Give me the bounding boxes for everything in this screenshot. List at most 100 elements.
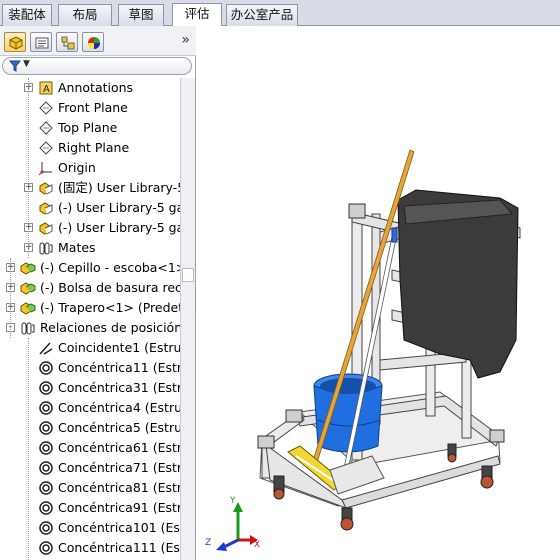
annotations-icon: A xyxy=(38,80,54,96)
tree-node-label: (固定) User Library-5 xyxy=(58,180,180,195)
scrollbar-thumb[interactable] xyxy=(182,268,194,282)
tree-node[interactable]: Concéntrica5 (Estruc xyxy=(0,418,180,438)
triad-y-label: Y xyxy=(230,496,236,506)
concentric-icon xyxy=(38,360,54,376)
tree-node-label: (-) Trapero<1> (Predete xyxy=(40,300,180,315)
tree-node[interactable]: Concéntrica81 (Estru xyxy=(0,478,180,498)
tree-node[interactable]: Right Plane xyxy=(0,138,180,158)
tree-scrollbar[interactable] xyxy=(180,78,195,560)
tree-node-label: Concéntrica101 (Estr xyxy=(58,520,180,535)
tree-node[interactable]: + Mates xyxy=(0,238,180,258)
tree-node-label: Concéntrica4 (Estruc xyxy=(58,400,180,415)
tree-node-label: Concéntrica31 (Estru xyxy=(58,380,180,395)
coincident-icon xyxy=(38,340,54,356)
svg-text:A: A xyxy=(43,84,50,95)
tab-evaluate[interactable]: 评估 xyxy=(172,3,222,27)
tree-node-label: Front Plane xyxy=(58,100,128,115)
tree-node[interactable]: + (-) Cepillo - escoba<1> xyxy=(0,258,180,278)
tree-node[interactable]: + (-) Bolsa de basura rect xyxy=(0,278,180,298)
concentric-icon xyxy=(38,380,54,396)
tree-guide-line xyxy=(28,78,29,258)
assembly-icon xyxy=(20,260,36,276)
concentric-icon xyxy=(38,540,54,556)
tree-node-label: (-) Cepillo - escoba<1> xyxy=(40,260,180,275)
mates-icon xyxy=(20,320,36,336)
view-triad xyxy=(216,502,258,551)
tree-node[interactable]: Concéntrica11 (Estru xyxy=(0,358,180,378)
concentric-icon xyxy=(38,440,54,456)
tree-node-label: Concéntrica5 (Estruc xyxy=(58,420,180,435)
tree-node-label: Origin xyxy=(58,160,96,175)
filter-icon xyxy=(9,60,21,72)
tree-node-label: (-) User Library-5 ga xyxy=(58,200,180,215)
cleaning-cart-model xyxy=(216,149,521,551)
tree-node[interactable]: + (-) Trapero<1> (Predete xyxy=(0,298,180,318)
panel-more-button[interactable]: » xyxy=(181,32,190,48)
origin-icon xyxy=(38,160,54,176)
feature-tree: + A Annotations Front Plane Top Plane Right P… xyxy=(0,78,180,560)
tree-node-label: (-) User Library-5 ga xyxy=(58,220,180,235)
tree-node[interactable]: + (-) User Library-5 ga xyxy=(0,218,180,238)
tree-node[interactable]: Concéntrica61 (Estru xyxy=(0,438,180,458)
tab-layout[interactable]: 布局 xyxy=(58,4,112,26)
concentric-icon xyxy=(38,420,54,436)
property-manager-icon[interactable] xyxy=(30,32,52,52)
tree-node-label: Relaciones de posición xyxy=(40,320,180,335)
tree-guide-line xyxy=(28,338,29,560)
tree-filter[interactable]: ▼ xyxy=(2,57,192,75)
triad-z-label: Z xyxy=(205,538,212,548)
tab-assembly[interactable]: 装配体 xyxy=(2,4,52,26)
tree-node-label: Coincidente1 (Estruc xyxy=(58,340,180,355)
tree-node-label: Annotations xyxy=(58,80,134,95)
concentric-icon xyxy=(38,480,54,496)
tab-office-products[interactable]: 办公室产品 xyxy=(226,4,298,26)
tab-sketch[interactable]: 草图 xyxy=(118,4,164,26)
tree-node[interactable]: (-) User Library-5 ga xyxy=(0,198,180,218)
plane-icon xyxy=(38,100,54,116)
tree-guide-line xyxy=(10,258,11,338)
tree-node-label: Right Plane xyxy=(58,140,130,155)
tree-node[interactable]: Top Plane xyxy=(0,118,180,138)
part-icon xyxy=(38,200,54,216)
tree-node[interactable]: Origin xyxy=(0,158,180,178)
tree-node[interactable]: Front Plane xyxy=(0,98,180,118)
tree-node-label: (-) Bolsa de basura rect xyxy=(40,280,180,295)
filter-dropdown-icon: ▼ xyxy=(23,59,30,69)
tree-node-label: Mates xyxy=(58,240,96,255)
tree-node[interactable]: - Relaciones de posición xyxy=(0,318,180,338)
tree-node[interactable]: Concéntrica91 (Estru xyxy=(0,498,180,518)
concentric-icon xyxy=(38,400,54,416)
concentric-icon xyxy=(38,520,54,536)
command-manager-tabs: 装配体 布局 草图 评估 办公室产品 xyxy=(0,0,560,27)
tree-node-label: Concéntrica61 (Estru xyxy=(58,440,180,455)
plane-icon xyxy=(38,140,54,156)
tree-node-label: Concéntrica91 (Estru xyxy=(58,500,180,515)
configuration-manager-icon[interactable] xyxy=(56,32,78,52)
tree-node[interactable]: + (固定) User Library-5 xyxy=(0,178,180,198)
tree-node-label: Top Plane xyxy=(58,120,118,135)
assembly-icon xyxy=(20,280,36,296)
part-icon xyxy=(38,220,54,236)
tree-node[interactable]: Concéntrica101 (Estr xyxy=(0,518,180,538)
tree-node[interactable]: Concéntrica31 (Estru xyxy=(0,378,180,398)
tree-node-label: Concéntrica81 (Estru xyxy=(58,480,180,495)
tree-node[interactable]: Coincidente1 (Estruc xyxy=(0,338,180,358)
tree-node-label: Concéntrica71 (Estru xyxy=(58,460,180,475)
feature-manager-icon[interactable] xyxy=(4,32,26,52)
display-manager-icon[interactable] xyxy=(82,32,104,52)
mates-icon xyxy=(38,240,54,256)
tree-node[interactable]: + A Annotations xyxy=(0,78,180,98)
tree-node[interactable]: Concéntrica4 (Estruc xyxy=(0,398,180,418)
tree-node[interactable]: Concéntrica71 (Estru xyxy=(0,458,180,478)
plane-icon xyxy=(38,120,54,136)
tree-node-label: Concéntrica11 (Estru xyxy=(58,360,180,375)
tree-node[interactable]: Concéntrica111 (Estr xyxy=(0,538,180,558)
concentric-icon xyxy=(38,500,54,516)
feature-manager-panel: » ▼ + A Annotations Front Plane Top Plane Rig… xyxy=(0,26,196,560)
part-icon xyxy=(38,180,54,196)
assembly-icon xyxy=(20,300,36,316)
graphics-area[interactable]: Y X Z xyxy=(196,26,560,560)
concentric-icon xyxy=(38,460,54,476)
triad-x-label: X xyxy=(254,540,261,550)
panel-toolbar: » xyxy=(0,26,196,56)
